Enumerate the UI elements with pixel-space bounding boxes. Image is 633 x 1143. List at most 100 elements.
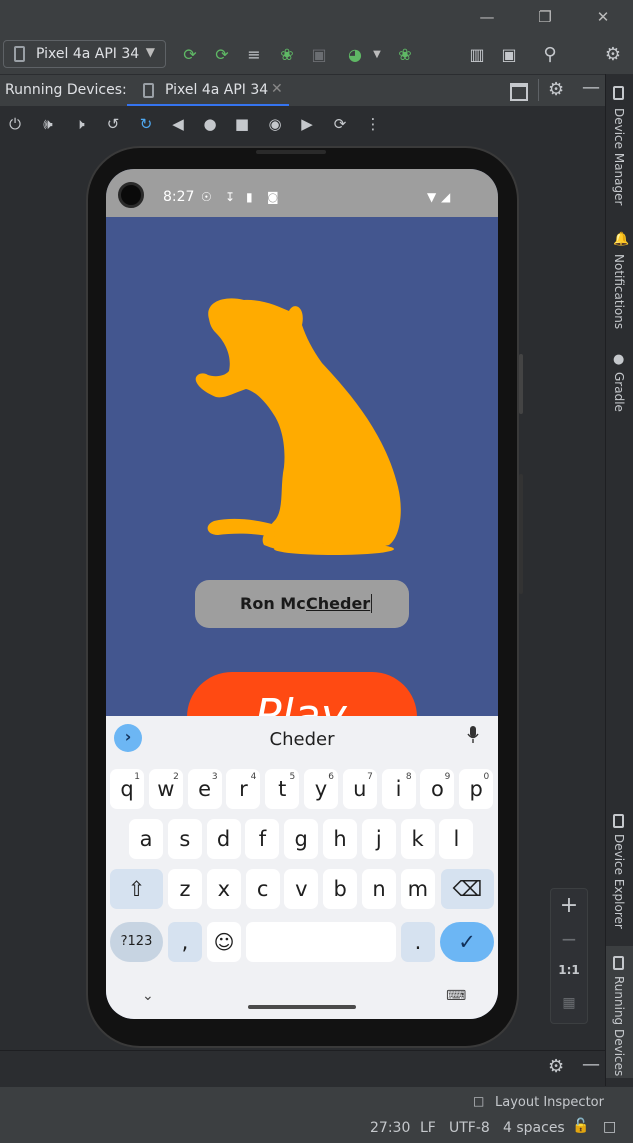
key-j[interactable]: j: [361, 819, 396, 859]
close-tab-icon[interactable]: ✕: [271, 81, 283, 97]
apply-code-changes-icon[interactable]: ≡: [243, 44, 265, 66]
suggestion-word[interactable]: Cheder: [106, 729, 498, 750]
debug-run-icon[interactable]: ❀: [394, 44, 416, 66]
key-a[interactable]: a: [129, 819, 163, 859]
device-screen[interactable]: 8:27 ☉ ↧ ▮ ◙ ▼ ◢ Ron Mc Cheder Play › Ch…: [106, 169, 498, 1019]
enter-key[interactable]: ✓: [440, 922, 494, 962]
rotate-right-icon[interactable]: ↻: [136, 114, 156, 134]
window-layout-icon[interactable]: [510, 83, 528, 101]
gesture-home-bar[interactable]: [248, 1005, 356, 1009]
tool-device-manager[interactable]: Device Manager: [612, 108, 626, 205]
key-e[interactable]: e3: [187, 769, 222, 809]
tool-gradle[interactable]: Gradle: [612, 372, 626, 412]
key-label: l: [453, 827, 460, 851]
key-o[interactable]: o9: [420, 769, 455, 809]
zoom-in-button[interactable]: +: [551, 893, 587, 918]
chevron-down-icon[interactable]: ▼: [366, 44, 388, 66]
key-d[interactable]: d: [206, 819, 241, 859]
key-l[interactable]: l: [439, 819, 474, 859]
rerun-icon[interactable]: ⟳: [179, 44, 201, 66]
key-i[interactable]: i8: [381, 769, 416, 809]
phone-icon: [14, 46, 25, 62]
key-n[interactable]: n: [362, 869, 396, 909]
key-m[interactable]: m: [400, 869, 435, 909]
sync-icon[interactable]: ▣: [498, 44, 520, 66]
tool-running-devices[interactable]: Running Devices: [612, 976, 626, 1076]
volume-up-icon[interactable]: 🕪: [38, 114, 58, 134]
more-icon[interactable]: ⋮: [363, 114, 383, 134]
key-g[interactable]: g: [284, 819, 319, 859]
tab-pixel-4a[interactable]: Pixel 4a API 34 ✕: [127, 75, 289, 107]
rotate-left-icon[interactable]: ↺: [103, 114, 123, 134]
zoom-actual-size-button[interactable]: 1:1: [551, 963, 587, 977]
hide-panel-icon[interactable]: —: [582, 77, 600, 98]
key-y[interactable]: y6: [304, 769, 338, 809]
key-b[interactable]: b: [323, 869, 358, 909]
indent-setting[interactable]: 4 spaces: [503, 1120, 565, 1136]
back-icon[interactable]: ◀: [168, 114, 188, 134]
tool-device-explorer[interactable]: Device Explorer: [612, 834, 626, 929]
keyboard-switch-icon[interactable]: ⌨: [446, 988, 466, 1004]
minimize-button[interactable]: —: [476, 8, 498, 28]
attach-debugger-icon[interactable]: ◕: [344, 44, 366, 66]
shift-key[interactable]: ⇧: [110, 869, 163, 909]
device-manager-icon[interactable]: ▥: [466, 44, 488, 66]
period-key[interactable]: .: [401, 922, 435, 962]
key-c[interactable]: c: [245, 869, 280, 909]
hide-keyboard-icon[interactable]: ⌄: [142, 988, 154, 1004]
lock-icon[interactable]: 🔓: [572, 1118, 589, 1134]
zoom-fit-icon[interactable]: ▦: [551, 995, 587, 1011]
device-selector[interactable]: Pixel 4a API 34 ▼: [3, 40, 166, 68]
overview-icon[interactable]: ■: [232, 114, 252, 134]
key-f[interactable]: f: [245, 819, 280, 859]
player-name-input[interactable]: Ron Mc Cheder: [195, 580, 409, 628]
restore-button[interactable]: ❐: [534, 8, 556, 28]
hide-panel-icon[interactable]: —: [582, 1054, 600, 1075]
volume-down-icon[interactable]: 🕨: [70, 114, 90, 134]
memory-indicator-icon[interactable]: □: [603, 1119, 616, 1135]
key-p[interactable]: p0: [459, 769, 494, 809]
snapshot-icon[interactable]: ⟳: [330, 114, 350, 134]
key-k[interactable]: k: [400, 819, 435, 859]
emoji-key[interactable]: ☺: [207, 922, 241, 962]
comma-key[interactable]: ,: [168, 922, 202, 962]
android-notification-icon: ◙: [267, 190, 279, 204]
ide-status-bar: □ Layout Inspector 27:30 LF UTF-8 4 spac…: [0, 1086, 633, 1143]
camera-icon[interactable]: ◉: [265, 114, 285, 134]
key-x[interactable]: x: [206, 869, 241, 909]
key-v[interactable]: v: [284, 869, 319, 909]
key-s[interactable]: s: [167, 819, 202, 859]
settings-icon[interactable]: ⚙: [602, 44, 624, 66]
key-w[interactable]: w2: [148, 769, 183, 809]
key-h[interactable]: h: [323, 819, 357, 859]
zoom-out-button[interactable]: −: [551, 927, 587, 951]
symbols-key[interactable]: ?123: [110, 922, 163, 962]
key-q[interactable]: q1: [110, 769, 144, 809]
line-ending[interactable]: LF: [420, 1120, 436, 1136]
key-label: s: [179, 827, 191, 851]
settings-icon[interactable]: ⚙: [548, 79, 564, 100]
key-r[interactable]: r4: [226, 769, 261, 809]
settings-icon[interactable]: ⚙: [548, 1056, 564, 1077]
key-hint: 6: [328, 772, 334, 782]
key-label: b: [333, 877, 347, 901]
caret-position[interactable]: 27:30: [370, 1120, 410, 1136]
debug-icon[interactable]: ❀: [276, 44, 298, 66]
key-z[interactable]: z: [168, 869, 202, 909]
search-icon[interactable]: ⚲: [539, 44, 561, 66]
key-t[interactable]: t5: [265, 769, 300, 809]
layout-inspector-link[interactable]: Layout Inspector: [495, 1095, 604, 1110]
profile-icon[interactable]: ▣: [308, 44, 330, 66]
home-icon[interactable]: ●: [200, 114, 220, 134]
file-encoding[interactable]: UTF-8: [449, 1120, 490, 1136]
tool-notifications[interactable]: Notifications: [612, 254, 626, 329]
apply-changes-icon[interactable]: ⟳: [211, 44, 233, 66]
name-input-text: Ron Mc: [240, 594, 306, 613]
backspace-key[interactable]: ⌫: [441, 869, 494, 909]
key-u[interactable]: u7: [342, 769, 377, 809]
screen-record-icon[interactable]: ▶: [297, 114, 317, 134]
space-key[interactable]: [246, 922, 396, 962]
close-window-button[interactable]: ✕: [592, 8, 614, 28]
power-icon[interactable]: ⏻: [5, 114, 25, 134]
mic-icon[interactable]: [467, 726, 479, 744]
